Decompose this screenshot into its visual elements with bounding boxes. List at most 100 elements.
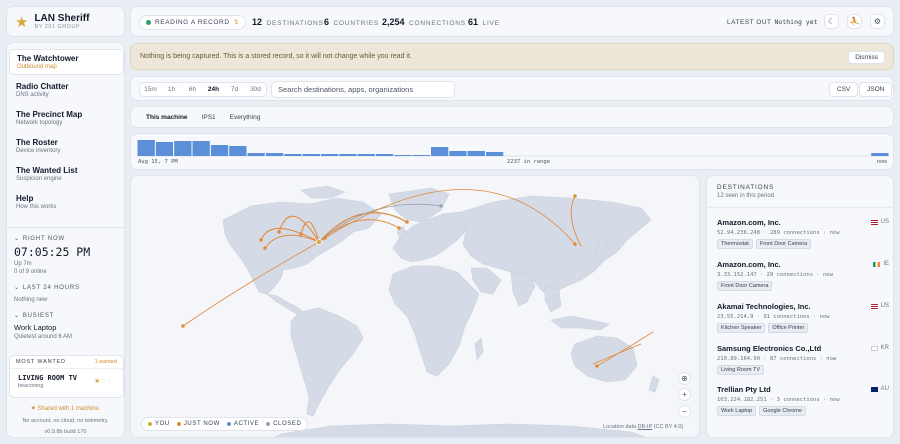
- nav-help[interactable]: Help How this works: [9, 190, 124, 216]
- histogram-bar[interactable]: [192, 141, 210, 156]
- histogram-bar[interactable]: [320, 154, 339, 156]
- histogram-bar[interactable]: [265, 153, 284, 156]
- right-now-toggle[interactable]: ⌄ RIGHT NOW: [14, 235, 65, 242]
- destination-item[interactable]: Samsung Electronics Co.,Ltd KR 210.89.16…: [717, 344, 889, 375]
- histogram-bar[interactable]: [871, 153, 889, 156]
- tab-this-machine[interactable]: This machine: [139, 110, 195, 125]
- legend-dot: [226, 422, 231, 426]
- histogram-bar[interactable]: [155, 142, 174, 156]
- minus-icon: −: [682, 407, 687, 416]
- histogram-bar[interactable]: [486, 152, 504, 156]
- nav-wanted-list[interactable]: The Wanted List Suspicion engine: [9, 162, 124, 188]
- dismiss-button[interactable]: Dismiss: [848, 51, 885, 64]
- device-tag[interactable]: Thermostat: [717, 239, 753, 249]
- nav-radio-chatter[interactable]: Radio Chatter DNS activity: [9, 78, 124, 104]
- histogram-end-label: now: [876, 159, 887, 165]
- device-tag[interactable]: Kitchen Speaker: [717, 323, 766, 333]
- histogram-bar[interactable]: [375, 154, 394, 156]
- range-15m[interactable]: 15m: [140, 83, 161, 96]
- destination-point[interactable]: [573, 194, 577, 198]
- histogram-bar[interactable]: [284, 154, 302, 156]
- theme-toggle-button[interactable]: ☾: [824, 14, 839, 29]
- world-map[interactable]: ⊕ + − YOU JUST NOW ACTIVE CLOSED Locatio…: [130, 175, 700, 438]
- destination-org: Trellian Pty Ltd: [717, 385, 771, 394]
- attribution-link[interactable]: DB-IP: [638, 424, 653, 430]
- destination-point[interactable]: [439, 204, 443, 208]
- zoom-in-button[interactable]: +: [678, 388, 691, 401]
- histogram-bar[interactable]: [247, 153, 265, 156]
- nav-watchtower[interactable]: The Watchtower Outbound map: [9, 49, 124, 75]
- range-1h[interactable]: 1h: [161, 83, 182, 96]
- range-6h[interactable]: 6h: [182, 83, 203, 96]
- destination-point[interactable]: [277, 230, 281, 234]
- you-marker[interactable]: [315, 239, 322, 246]
- export-json-button[interactable]: JSON: [859, 82, 893, 97]
- sheriff-button[interactable]: ⛹: [847, 14, 862, 29]
- tab-everything[interactable]: Everything: [223, 110, 268, 125]
- busiest-toggle[interactable]: ⌄ BUSIEST: [14, 312, 54, 319]
- land-north-america: [222, 197, 382, 295]
- range-7d[interactable]: 7d: [224, 83, 245, 96]
- legend-you: YOU: [148, 421, 170, 427]
- destination-point[interactable]: [299, 232, 303, 236]
- device-tag[interactable]: Front Door Camera: [755, 239, 812, 249]
- export-csv-button[interactable]: CSV: [829, 82, 859, 97]
- most-wanted-card[interactable]: MOST WANTED 1 wanted LIVING ROOM TV beac…: [9, 355, 124, 398]
- destination-item[interactable]: Akamai Technologies, Inc. US 23.55.214.9…: [717, 302, 889, 333]
- histogram-bar[interactable]: [229, 146, 247, 156]
- version: v0.9.8b build 170: [44, 429, 87, 435]
- activity-histogram[interactable]: Aug 15, 7 PM 2237 in range now: [130, 133, 894, 170]
- device-tag[interactable]: Office Printer: [768, 323, 809, 333]
- last24-toggle[interactable]: ⌄ LAST 24 HOURS: [14, 284, 80, 291]
- destination-point[interactable]: [181, 324, 185, 328]
- suspicion-stars: ★☆☆: [94, 377, 113, 385]
- range-24h[interactable]: 24h: [203, 83, 224, 96]
- histogram-bar[interactable]: [210, 145, 229, 156]
- shared-text: Shared with 1 machine.: [37, 406, 101, 412]
- locate-button[interactable]: ⊕: [678, 372, 691, 385]
- destination-meta: 3.33.152.147 · 29 connections · now: [717, 272, 833, 278]
- settings-button[interactable]: ⚙: [870, 14, 885, 29]
- kr-flag-icon: [870, 345, 878, 351]
- range-30d[interactable]: 30d: [245, 83, 266, 96]
- stat-label: COUNTRIES: [333, 20, 380, 27]
- device-tag[interactable]: Front Door Camera: [717, 281, 773, 291]
- destination-point[interactable]: [259, 238, 263, 242]
- nav-precinct-map[interactable]: The Precinct Map Network topology: [9, 106, 124, 132]
- destinations-subheader: 12 seen in this period: [717, 193, 775, 199]
- histogram-bar[interactable]: [412, 155, 430, 156]
- au-flag-icon: [870, 386, 878, 392]
- device-tag[interactable]: Google Chrome: [759, 406, 806, 416]
- nav-roster[interactable]: The Roster Device inventory: [9, 134, 124, 160]
- destination-item[interactable]: Amazon.com, Inc. US 52.94.236.248 · 289 …: [717, 218, 889, 249]
- stat-label: DESTINATIONS: [266, 20, 324, 27]
- device-tag[interactable]: Living Room TV: [717, 365, 765, 375]
- zoom-out-button[interactable]: −: [678, 405, 691, 418]
- histogram-bar[interactable]: [431, 147, 449, 156]
- nav-sublabel: DNS activity: [16, 92, 49, 98]
- legend-label: YOU: [155, 421, 170, 427]
- destination-point[interactable]: [397, 226, 401, 230]
- device-tag[interactable]: Work Laptop: [717, 406, 757, 416]
- destination-point[interactable]: [573, 242, 577, 246]
- divider: [707, 207, 893, 208]
- histogram-bar[interactable]: [467, 151, 485, 156]
- target-icon: ⊕: [681, 374, 688, 383]
- histogram-bar[interactable]: [137, 140, 155, 156]
- legend-dot: [266, 422, 271, 426]
- histogram-bar[interactable]: [357, 154, 375, 156]
- destination-point[interactable]: [595, 364, 599, 368]
- destination-item[interactable]: Amazon.com, Inc. IE 3.33.152.147 · 29 co…: [717, 260, 889, 291]
- histogram-bar[interactable]: [449, 151, 467, 156]
- histogram-bar[interactable]: [339, 154, 357, 156]
- recording-status[interactable]: READING A RECORD ⇅: [139, 15, 247, 30]
- histogram-bar[interactable]: [394, 155, 412, 156]
- destination-point[interactable]: [405, 220, 409, 224]
- destination-point[interactable]: [323, 236, 327, 240]
- destination-item[interactable]: Trellian Pty Ltd AU 103.224.182.251 · 3 …: [717, 385, 889, 416]
- histogram-bar[interactable]: [302, 154, 320, 156]
- tab-ips1[interactable]: IPS1: [195, 110, 223, 125]
- histogram-bar[interactable]: [174, 141, 192, 156]
- search-input[interactable]: [271, 81, 455, 98]
- destination-point[interactable]: [263, 246, 267, 250]
